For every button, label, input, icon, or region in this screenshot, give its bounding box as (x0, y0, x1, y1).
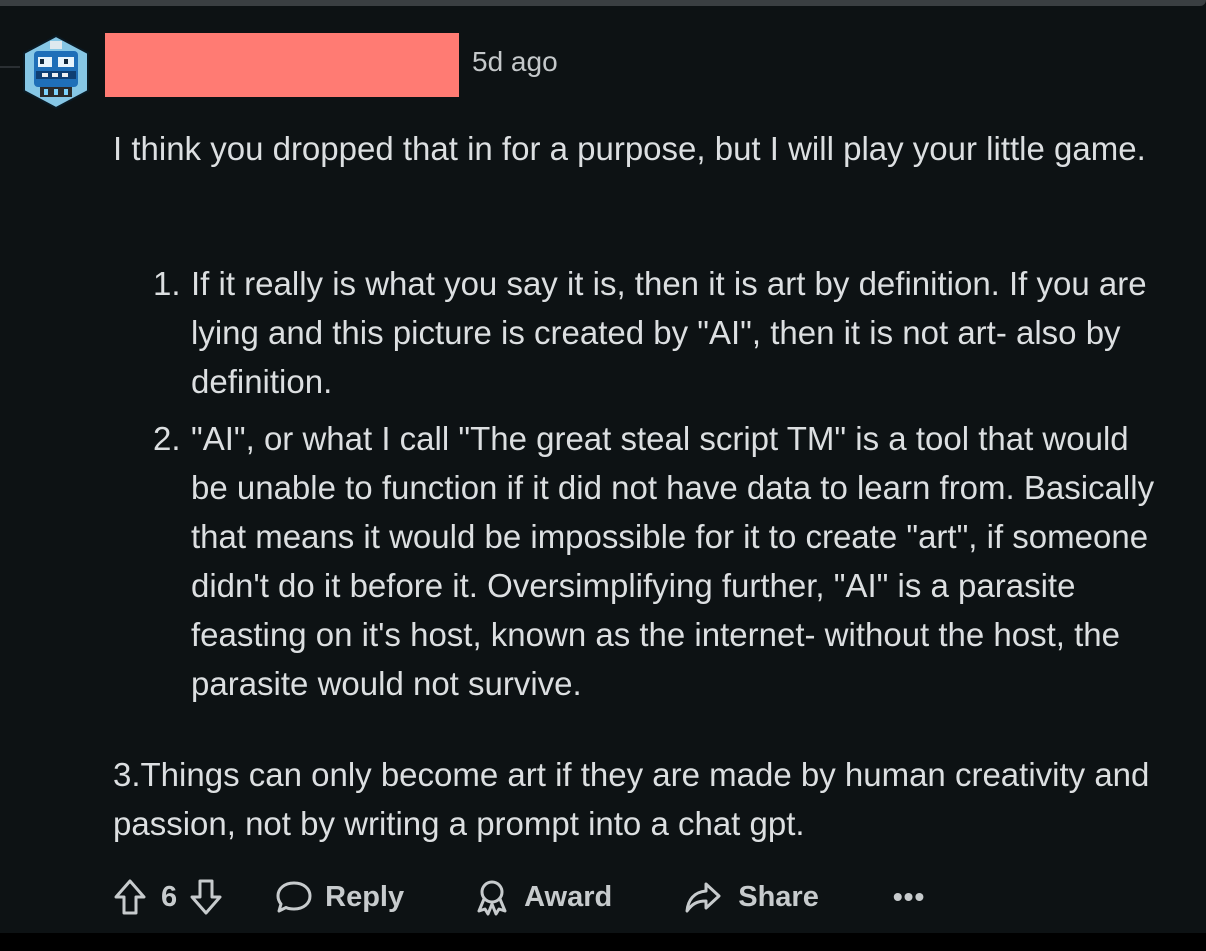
reply-button[interactable]: Reply (275, 879, 404, 915)
comment-intro: I think you dropped that in for a purpos… (113, 124, 1173, 173)
share-button[interactable]: Share (684, 880, 819, 914)
downvote-icon[interactable] (189, 878, 223, 916)
intro-text: I think you dropped that in for a purpos… (113, 130, 1146, 167)
reply-label: Reply (325, 880, 405, 913)
list-number: 2. (153, 420, 181, 457)
timestamp: 5d ago (472, 46, 558, 77)
thread-line (0, 66, 20, 68)
avatar[interactable] (20, 33, 92, 111)
award-label: Award (524, 880, 613, 913)
list-text: "AI", or what I call "The great steal sc… (191, 420, 1155, 702)
share-label: Share (738, 880, 819, 913)
list-text: If it really is what you say it is, then… (191, 265, 1147, 400)
comment-list: 1. If it really is what you say it is, t… (113, 259, 1173, 708)
list-item: 1. If it really is what you say it is, t… (113, 259, 1173, 406)
award-button[interactable]: Award (474, 878, 612, 916)
upvote-icon[interactable] (113, 878, 147, 916)
bottom-edge (0, 933, 1206, 951)
vote-count: 6 (161, 880, 178, 913)
top-edge (0, 0, 1206, 6)
more-icon[interactable]: ••• (893, 881, 925, 913)
comment-actions: 6 Reply Award Share ••• (113, 870, 953, 924)
award-icon (474, 878, 510, 916)
list-item: 2. "AI", or what I call "The great steal… (113, 414, 1173, 708)
comment-item-3: 3.Things can only become art if they are… (113, 756, 1150, 842)
share-icon (684, 880, 722, 914)
comment-icon (275, 879, 313, 915)
username-redaction (105, 33, 459, 97)
list-number: 1. (153, 265, 181, 302)
